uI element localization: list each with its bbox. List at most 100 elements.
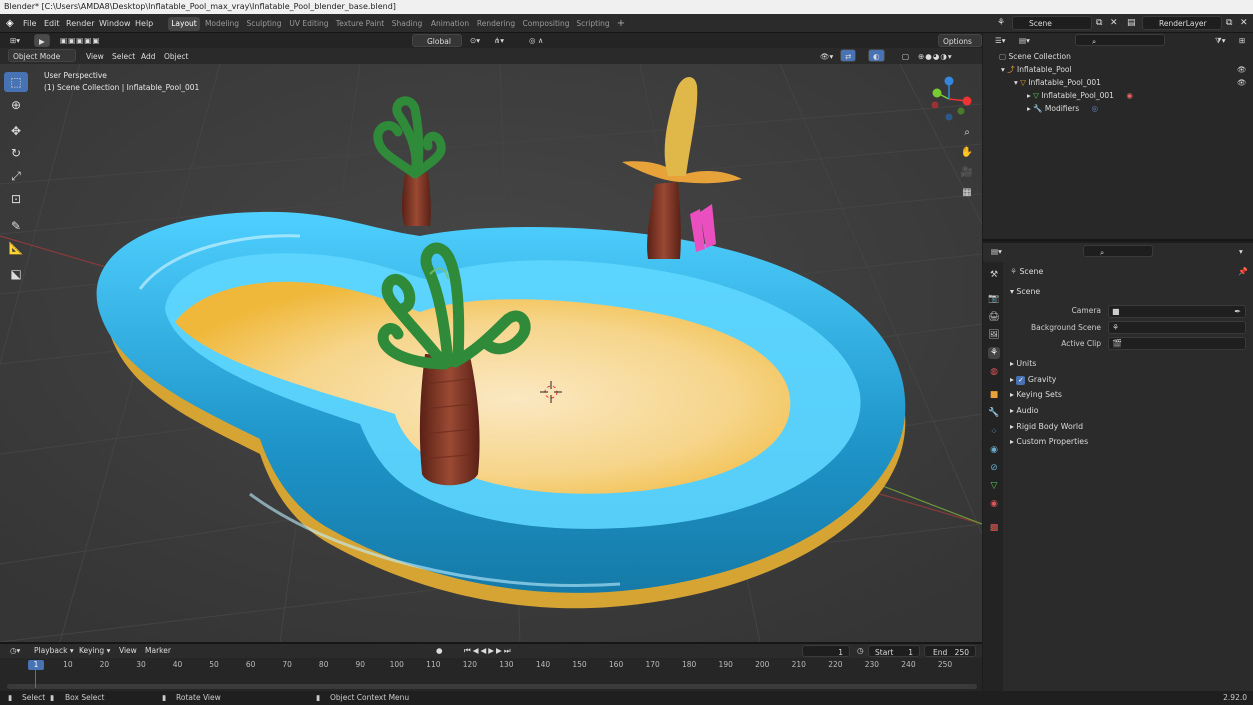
menu-render[interactable]: Render xyxy=(66,17,94,30)
shading-modes-icon[interactable]: ⊕●◕◑▾ xyxy=(914,50,957,63)
gizmo-toggle-icon[interactable]: ⇄ xyxy=(840,49,857,62)
pin-icon[interactable]: 📌 xyxy=(1238,265,1248,279)
select-tool-icon[interactable]: ⬚ xyxy=(4,72,28,92)
display-mode-icon[interactable]: ▤▾ xyxy=(1015,34,1034,47)
pan-hand-icon[interactable]: ✋ xyxy=(958,144,976,162)
view-layer-field[interactable]: RenderLayer xyxy=(1142,16,1222,30)
properties-search-input[interactable]: ⌕ xyxy=(1083,245,1153,257)
blender-logo-icon[interactable]: ◈ xyxy=(6,17,14,30)
panel-keying-sets[interactable]: ▸ Keying Sets xyxy=(1010,388,1062,402)
physics-tab-icon[interactable]: ◉ xyxy=(988,444,1000,456)
menu-keying[interactable]: Keying ▾ xyxy=(75,644,114,657)
playback-controls-icon[interactable]: ⏮◀◀▶▶⏭ xyxy=(460,644,517,657)
menu-object[interactable]: Object xyxy=(160,50,192,63)
mode-dropdown[interactable]: Object Mode xyxy=(8,49,76,62)
add-workspace-icon[interactable]: + xyxy=(615,17,627,31)
eye-icon[interactable]: 👁 xyxy=(1237,76,1247,89)
move-tool-icon[interactable]: ✥ xyxy=(4,121,28,141)
visibility-icon[interactable]: 👁▾ xyxy=(816,50,837,63)
editor-type-icon[interactable]: ⊞▾ xyxy=(6,34,24,47)
panel-units[interactable]: ▸ Units xyxy=(1010,357,1036,371)
new-view-layer-icon[interactable]: ⧉ xyxy=(1226,17,1232,30)
3d-viewport[interactable]: User Perspective (1) Scene Collection | … xyxy=(0,64,982,642)
rotate-tool-icon[interactable]: ↻ xyxy=(4,143,28,163)
delete-scene-icon[interactable]: ✕ xyxy=(1110,17,1118,30)
material-icon[interactable]: ◉ xyxy=(1126,91,1133,100)
material-tab-icon[interactable]: ◉ xyxy=(988,498,1000,510)
end-frame-field[interactable]: End 250 xyxy=(924,645,976,657)
menu-add[interactable]: Add xyxy=(137,50,160,63)
transform-orientation-dropdown[interactable]: Global xyxy=(412,34,462,47)
view-layer-icon[interactable]: ▤ xyxy=(1127,17,1136,30)
tab-modeling[interactable]: Modeling xyxy=(203,17,241,31)
gizmo-y-icon[interactable] xyxy=(932,88,942,98)
modifier-tab-icon[interactable]: 🔧 xyxy=(988,407,1000,419)
new-scene-icon[interactable]: ⧉ xyxy=(1096,17,1102,30)
gravity-checkbox[interactable]: ✓ xyxy=(1016,375,1026,385)
panel-custom-properties[interactable]: ▸ Custom Properties xyxy=(1010,435,1088,449)
texture-tab-icon[interactable]: ▩ xyxy=(988,522,1000,534)
menu-timeline-view[interactable]: View xyxy=(115,644,141,657)
clock-icon[interactable]: ◷ xyxy=(853,644,868,657)
ortho-grid-icon[interactable]: ▦ xyxy=(958,184,976,202)
properties-editor-icon[interactable]: ▤▾ xyxy=(987,245,1006,258)
eye-icon[interactable]: 👁 xyxy=(1237,63,1247,76)
scale-tool-icon[interactable]: ⤢ xyxy=(4,166,28,186)
tab-sculpting[interactable]: Sculpting xyxy=(245,17,283,31)
expand-icon[interactable]: ▾ xyxy=(1014,78,1018,87)
expand-icon[interactable]: ▸ xyxy=(1027,104,1031,113)
scene-icon[interactable]: ⚘ xyxy=(997,17,1005,30)
timeline-editor-icon[interactable]: ◷▾ xyxy=(6,644,24,657)
properties-options-icon[interactable]: ▾ xyxy=(1235,245,1247,258)
expand-icon[interactable]: ▾ xyxy=(1001,65,1005,74)
expand-icon[interactable]: ▸ xyxy=(1027,91,1031,100)
output-tab-icon[interactable]: 🖨 xyxy=(988,311,1000,323)
world-tab-icon[interactable]: ◍ xyxy=(988,366,1000,378)
tab-compositing[interactable]: Compositing xyxy=(521,17,571,31)
background-scene-field[interactable]: ⚘ xyxy=(1108,321,1246,334)
menu-window[interactable]: Window xyxy=(99,17,131,30)
tab-uv-editing[interactable]: UV Editing xyxy=(287,17,331,31)
record-icon[interactable]: ● xyxy=(432,644,447,657)
menu-file[interactable]: File xyxy=(23,17,36,30)
render-tab-icon[interactable]: 📷 xyxy=(988,293,1000,305)
tab-shading[interactable]: Shading xyxy=(390,17,424,31)
outliner-row-modifiers[interactable]: ▸ 🔧 Modifiers ◎ xyxy=(983,102,1253,115)
outliner-row-mesh-data[interactable]: ▸ ▽ Inflatable_Pool_001 ◉ xyxy=(983,89,1253,102)
annotate-tool-icon[interactable]: ✎ xyxy=(4,216,28,236)
menu-marker[interactable]: Marker xyxy=(141,644,175,657)
proportional-edit-icon[interactable]: ◎ ∧ xyxy=(525,34,547,47)
delete-view-layer-icon[interactable]: ✕ xyxy=(1240,17,1248,30)
add-cube-tool-icon[interactable]: ⬕ xyxy=(4,264,28,284)
filter-icon[interactable]: ⧩▾ xyxy=(1211,34,1229,47)
camera-view-icon[interactable]: 🎥 xyxy=(958,164,976,182)
constraints-tab-icon[interactable]: ⊘ xyxy=(988,462,1000,474)
xray-icon[interactable]: ▢ xyxy=(898,50,913,63)
panel-audio[interactable]: ▸ Audio xyxy=(1010,404,1039,418)
current-frame-field[interactable]: 1 xyxy=(802,645,850,657)
gizmo-z-icon[interactable] xyxy=(944,76,954,86)
tab-scripting[interactable]: Scripting xyxy=(575,17,611,31)
outliner-row-inflatable-pool[interactable]: ▾ ⤴ Inflatable_Pool 👁 xyxy=(983,63,1253,76)
pivot-icon[interactable]: ⊙▾ xyxy=(466,34,484,47)
timeline-scrollbar[interactable] xyxy=(7,684,977,689)
tab-rendering[interactable]: Rendering xyxy=(475,17,517,31)
eyedropper-icon[interactable]: ✒ xyxy=(1234,306,1241,318)
scene-field[interactable]: Scene xyxy=(1012,16,1092,30)
active-clip-field[interactable]: 🎬 xyxy=(1108,337,1246,350)
view-layer-tab-icon[interactable]: 🖼 xyxy=(988,329,1000,341)
zoom-icon[interactable]: ⌕ xyxy=(958,124,976,142)
transform-tool-icon[interactable]: ⊡ xyxy=(4,189,28,209)
tool-mode-icon[interactable]: ▶ xyxy=(34,34,50,47)
outliner-row-inflatable-pool-001[interactable]: ▾ ▽ Inflatable_Pool_001 👁 xyxy=(983,76,1253,89)
tab-texture-paint[interactable]: Texture Paint xyxy=(335,17,385,31)
scene-tab-icon[interactable]: ⚘ xyxy=(988,347,1000,359)
new-collection-icon[interactable]: ⊞ xyxy=(1235,34,1249,47)
menu-select[interactable]: Select xyxy=(108,50,139,63)
particles-tab-icon[interactable]: ⁘ xyxy=(988,426,1000,438)
tab-layout[interactable]: Layout xyxy=(168,17,200,31)
snap-icon[interactable]: ⋔▾ xyxy=(490,34,508,47)
panel-gravity[interactable]: ▸ ✓ Gravity xyxy=(1010,373,1056,387)
outliner-row-scene-collection[interactable]: ▢ Scene Collection xyxy=(983,50,1253,63)
object-tab-icon[interactable]: ■ xyxy=(988,389,1000,401)
